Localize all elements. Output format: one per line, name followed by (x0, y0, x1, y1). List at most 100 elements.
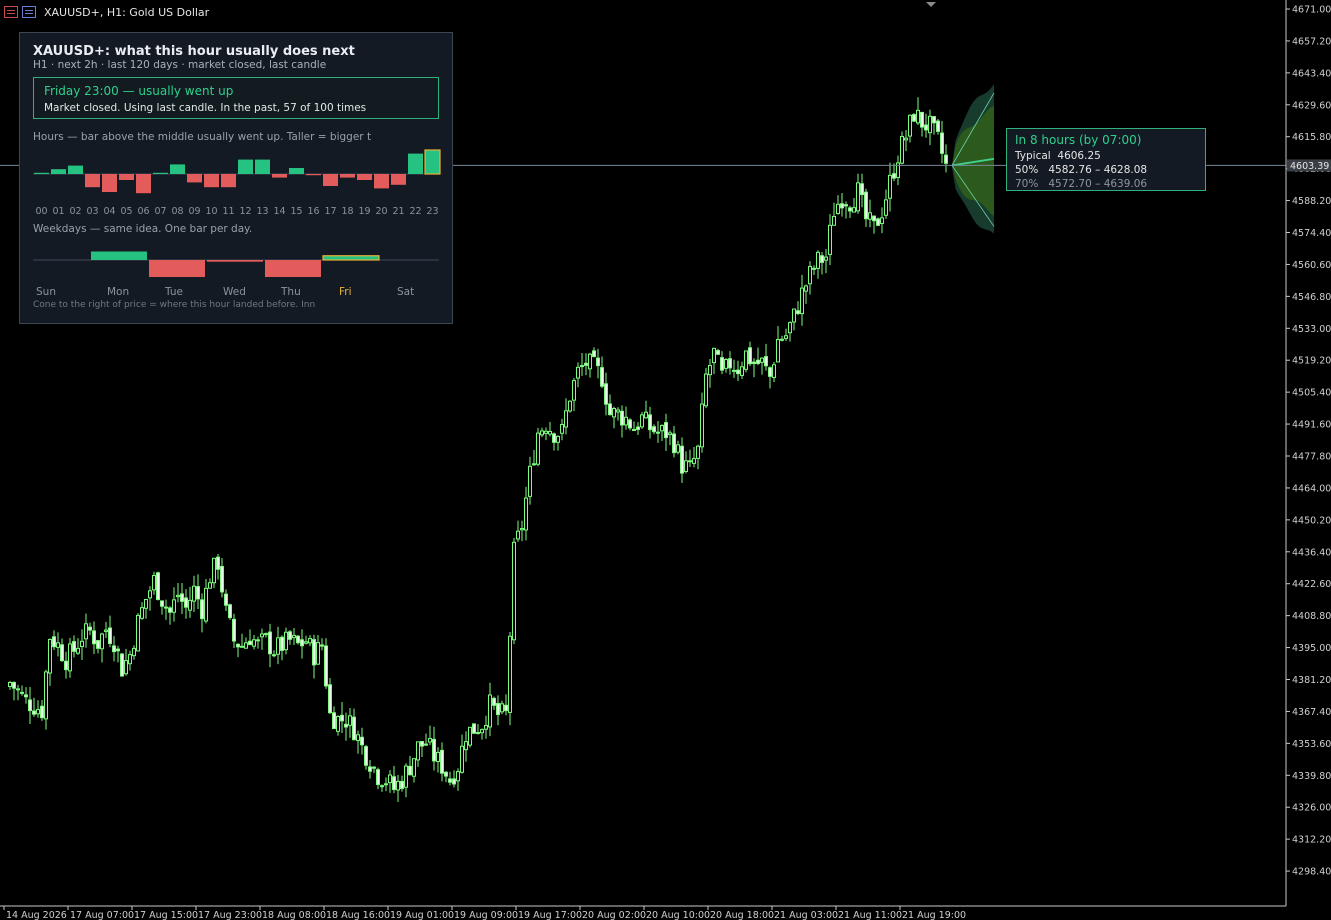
candle-body (628, 419, 632, 429)
candle-body (344, 723, 348, 728)
candle-body (580, 365, 584, 368)
candle-body (820, 255, 824, 263)
time-tick-label: 17 Aug 15:00 (134, 910, 198, 920)
forecast-band50-row: 50% 4582.76 – 4628.08 (1015, 164, 1147, 176)
hour-label: 23 (426, 206, 438, 217)
candle-body (404, 765, 408, 788)
chart-menu-icon[interactable] (4, 6, 18, 18)
hour-bar (34, 172, 49, 174)
candle-body (696, 445, 700, 459)
price-tick-label: 4477.80 (1292, 452, 1331, 463)
time-tick-label: 21 Aug 19:00 (902, 910, 966, 920)
weekday-label: Sat (397, 286, 414, 298)
candle-body (604, 383, 608, 405)
candle-body (728, 358, 732, 369)
hour-label: 15 (290, 206, 302, 217)
candle-body (720, 357, 724, 371)
candle-body (476, 732, 480, 735)
price-tick-label: 4671.00 (1292, 5, 1331, 16)
candle-body (244, 642, 248, 649)
candle-body (844, 204, 848, 207)
candle-body (360, 736, 364, 746)
candle-body (880, 217, 884, 225)
candle-body (544, 430, 548, 434)
candle-body (452, 778, 456, 785)
candle-body (552, 433, 556, 443)
candle-body (660, 425, 664, 432)
candle-body (380, 785, 384, 788)
price-tick-label: 4339.80 (1292, 771, 1331, 782)
hour-bar (289, 168, 304, 174)
candle-body (396, 780, 400, 791)
candle-body (280, 636, 284, 651)
hour-bar (408, 153, 423, 174)
candle-body (172, 599, 176, 613)
hour-bar (187, 174, 202, 183)
candle-body (12, 681, 16, 689)
candle-body (788, 322, 792, 334)
candle-body (36, 709, 40, 715)
candle-body (284, 631, 288, 651)
candle-body (592, 350, 596, 358)
hour-label: 01 (52, 206, 64, 217)
candle-body (632, 429, 636, 432)
candle-body (352, 716, 356, 741)
candle-body (596, 357, 600, 367)
band70-value: 4572.70 – 4639.06 (1048, 178, 1148, 190)
time-tick-label: 20 Aug 18:00 (710, 910, 774, 920)
candle-body (868, 212, 872, 220)
candle-body (144, 598, 148, 609)
candle-body (624, 416, 628, 426)
time-tick-label: 21 Aug 03:00 (774, 910, 838, 920)
hour-label: 04 (103, 206, 115, 217)
price-tick-label: 4326.00 (1292, 803, 1331, 814)
candle-body (488, 694, 492, 728)
candle-body (840, 203, 844, 209)
candle-body (516, 530, 520, 540)
candle-body (192, 585, 196, 602)
price-tick-label: 4450.20 (1292, 515, 1331, 526)
candle-body (872, 215, 876, 222)
candle-body (808, 265, 812, 285)
candle-body (672, 433, 676, 454)
candle-body (236, 643, 240, 648)
hour-bar (204, 174, 219, 188)
candle-body (588, 353, 592, 370)
hour-bar (391, 174, 406, 185)
time-tick-label: 18 Aug 16:00 (326, 910, 390, 920)
hour-label: 14 (273, 206, 285, 217)
candle-body (444, 771, 448, 777)
candle-body (208, 582, 212, 589)
candle-body (20, 691, 24, 694)
candle-body (780, 338, 784, 341)
candle-body (772, 364, 776, 378)
candle-body (104, 629, 108, 632)
price-tick-label: 4464.00 (1292, 483, 1331, 494)
candle-body (184, 597, 188, 608)
candle-body (584, 362, 588, 366)
candle-body (148, 590, 152, 599)
candle-body (752, 361, 756, 365)
candle-body (368, 766, 372, 772)
candle-body (428, 738, 432, 743)
symbol-menu-icon[interactable] (22, 6, 36, 18)
candle-body (176, 594, 180, 598)
candle-body (44, 671, 48, 720)
candle-body (120, 653, 124, 677)
price-tick-label: 4657.20 (1292, 36, 1331, 47)
candle-body (692, 458, 696, 464)
candle-body (932, 116, 936, 124)
price-tick-label: 4395.00 (1292, 643, 1331, 654)
candle-body (248, 640, 252, 646)
candle-body (300, 639, 304, 647)
candle-body (308, 638, 312, 644)
candle-body (816, 251, 820, 269)
candle-body (32, 710, 36, 715)
candle-body (400, 780, 404, 790)
candle-body (508, 635, 512, 713)
price-tick-label: 4615.80 (1292, 132, 1331, 143)
price-tick-label: 4367.40 (1292, 707, 1331, 718)
time-tick-label: 20 Aug 10:00 (646, 910, 710, 920)
candle-body (432, 738, 436, 762)
candle-body (904, 137, 908, 141)
